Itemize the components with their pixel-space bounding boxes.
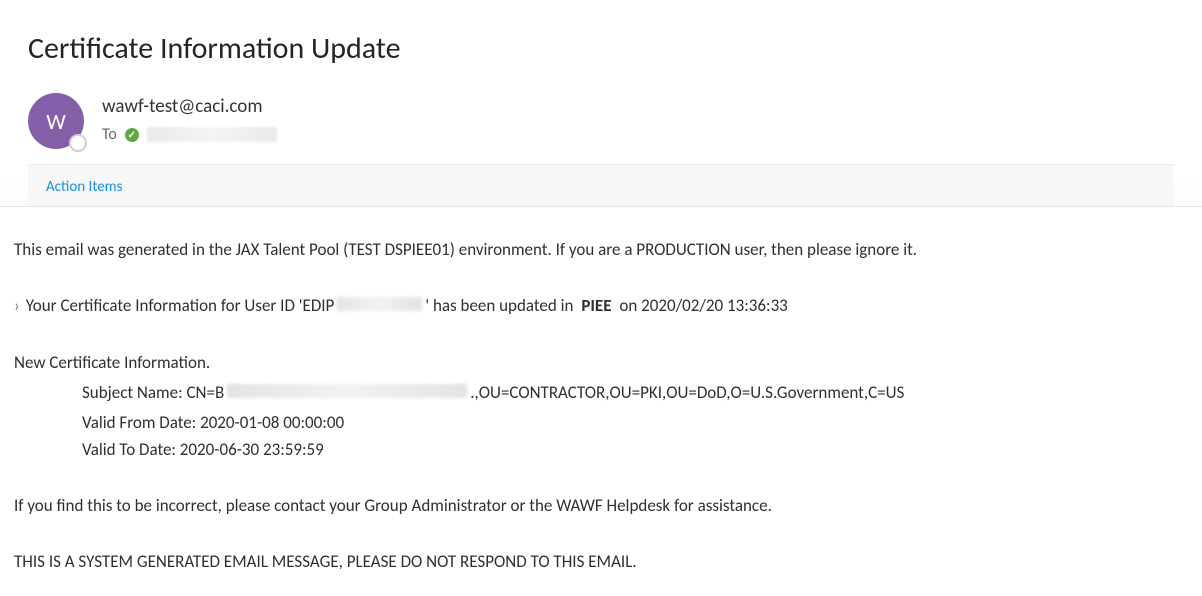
user-id-redacted: [337, 297, 422, 311]
subject-name-redacted: [227, 384, 467, 398]
new-cert-title: New Certificate Information.: [14, 350, 1188, 376]
cert-line-prefix: Your Certificate Information for User ID…: [26, 293, 335, 319]
cert-details: Subject Name: CN=B .,OU=CONTRACTOR,OU=PK…: [14, 380, 1188, 463]
cert-line-timestamp: on 2020/02/20 13:36:33: [619, 293, 787, 319]
subject-name-row: Subject Name: CN=B .,OU=CONTRACTOR,OU=PK…: [82, 380, 1188, 406]
action-items-link[interactable]: Action Items: [46, 178, 123, 196]
sender-info: wawf-test@caci.com To ✓: [102, 93, 277, 144]
check-icon: ✓: [125, 128, 139, 142]
presence-icon: [69, 134, 87, 152]
subject-name-suffix: .,OU=CONTRACTOR,OU=PKI,OU=DoD,O=U.S.Gove…: [470, 380, 904, 406]
sender-email: wawf-test@caci.com: [102, 95, 277, 118]
system-notice: THIS IS A SYSTEM GENERATED EMAIL MESSAGE…: [14, 549, 1188, 575]
email-viewer: Certificate Information Update W wawf-te…: [0, 0, 1202, 596]
valid-to: Valid To Date: 2020-06-30 23:59:59: [82, 437, 1188, 463]
email-body: This email was generated in the JAX Tale…: [0, 207, 1202, 596]
bullet-icon: ›: [14, 293, 20, 319]
avatar-initial: W: [46, 108, 66, 135]
action-items-bar: Action Items: [28, 164, 1174, 206]
cert-line-after-prefix: ' has been updated in: [425, 293, 573, 319]
new-cert-block: New Certificate Information. Subject Nam…: [14, 350, 1188, 463]
incorrect-notice: If you find this to be incorrect, please…: [14, 493, 1188, 519]
email-header: Certificate Information Update W wawf-te…: [0, 0, 1202, 207]
subject-name-label: Subject Name: CN=B: [82, 380, 224, 406]
system-name: PIEE: [581, 293, 611, 319]
email-subject: Certificate Information Update: [28, 30, 1174, 67]
cert-update-line: › Your Certificate Information for User …: [14, 293, 1188, 319]
avatar-wrap: W: [28, 93, 84, 149]
to-line: To ✓: [102, 125, 277, 144]
valid-from: Valid From Date: 2020-01-08 00:00:00: [82, 410, 1188, 436]
env-notice: This email was generated in the JAX Tale…: [14, 237, 1188, 263]
sender-row: W wawf-test@caci.com To ✓: [28, 93, 1174, 149]
recipient-redacted: [147, 127, 277, 142]
to-label: To: [102, 125, 117, 144]
